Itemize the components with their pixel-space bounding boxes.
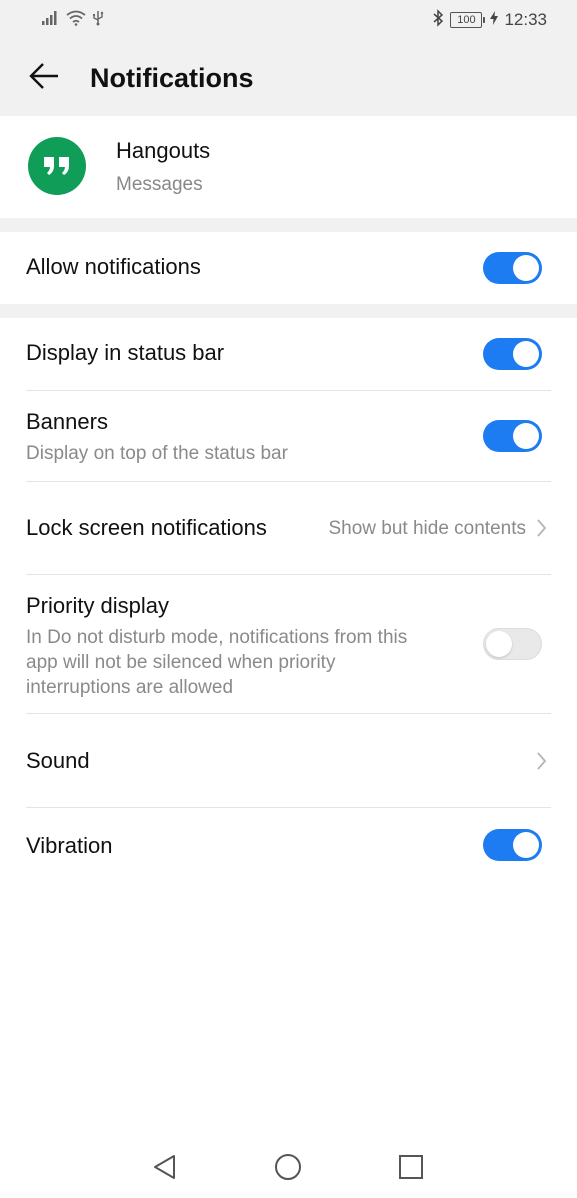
app-header: Hangouts Messages [0, 116, 577, 218]
sound-label: Sound [26, 748, 90, 773]
status-bar-left [42, 10, 104, 30]
priority-display-toggle[interactable] [483, 628, 542, 660]
recents-square-icon [398, 1154, 424, 1185]
vibration-toggle[interactable] [483, 829, 542, 861]
sound-row[interactable]: Sound [0, 714, 577, 807]
toggle-knob [513, 423, 539, 449]
banners-row[interactable]: Banners Display on top of the status bar [0, 391, 577, 481]
page-title: Notifications [90, 63, 254, 93]
priority-display-subtitle: In Do not disturb mode, notifications fr… [26, 627, 408, 698]
section-gap [0, 218, 577, 232]
battery-level: 100 [457, 13, 476, 26]
banners-toggle[interactable] [483, 420, 542, 452]
banners-subtitle: Display on top of the status bar [26, 443, 288, 464]
navigation-bar [0, 1140, 577, 1198]
toggle-knob [513, 832, 539, 858]
nav-home-button[interactable] [273, 1153, 303, 1186]
display-in-status-bar-label: Display in status bar [26, 340, 225, 365]
chevron-right-icon [533, 516, 549, 540]
section-gap [0, 304, 577, 318]
home-circle-icon [274, 1153, 302, 1186]
allow-notifications-row[interactable]: Allow notifications [0, 232, 577, 304]
hangouts-icon [28, 137, 86, 195]
app-name: Hangouts [116, 138, 211, 163]
status-bar: 100 12:33 [0, 0, 577, 40]
nav-back-button[interactable] [150, 1154, 180, 1184]
lock-screen-notifications-value: Show but hide contents [328, 518, 526, 539]
priority-display-label: Priority display [26, 593, 170, 618]
lock-screen-notifications-row[interactable]: Lock screen notifications Show but hide … [0, 482, 577, 574]
display-in-status-bar-row[interactable]: Display in status bar [0, 318, 577, 390]
app-bar: Notifications [0, 40, 577, 116]
allow-notifications-toggle[interactable] [483, 252, 542, 284]
lock-screen-notifications-label: Lock screen notifications [26, 515, 267, 540]
banners-label: Banners [26, 409, 108, 434]
vibration-row[interactable]: Vibration [0, 808, 577, 884]
bluetooth-icon [432, 8, 444, 32]
display-in-status-bar-toggle[interactable] [483, 338, 542, 370]
signal-icon [42, 10, 60, 30]
app-category: Messages [116, 174, 203, 195]
toggle-knob [513, 255, 539, 281]
vibration-label: Vibration [26, 833, 113, 858]
usb-icon [92, 10, 104, 31]
chevron-right-icon [533, 749, 549, 773]
wifi-icon [66, 10, 86, 31]
back-triangle-icon [152, 1153, 178, 1186]
nav-recents-button[interactable] [396, 1154, 426, 1184]
charging-icon [490, 10, 499, 30]
battery-icon: 100 [450, 12, 486, 28]
arrow-left-icon [28, 62, 60, 95]
back-button[interactable] [24, 58, 64, 98]
allow-notifications-label: Allow notifications [26, 254, 201, 279]
toggle-knob [486, 631, 512, 657]
status-bar-right: 100 12:33 [432, 8, 547, 32]
toggle-knob [513, 341, 539, 367]
status-time: 12:33 [504, 10, 547, 29]
priority-display-row[interactable]: Priority display In Do not disturb mode,… [0, 575, 577, 713]
